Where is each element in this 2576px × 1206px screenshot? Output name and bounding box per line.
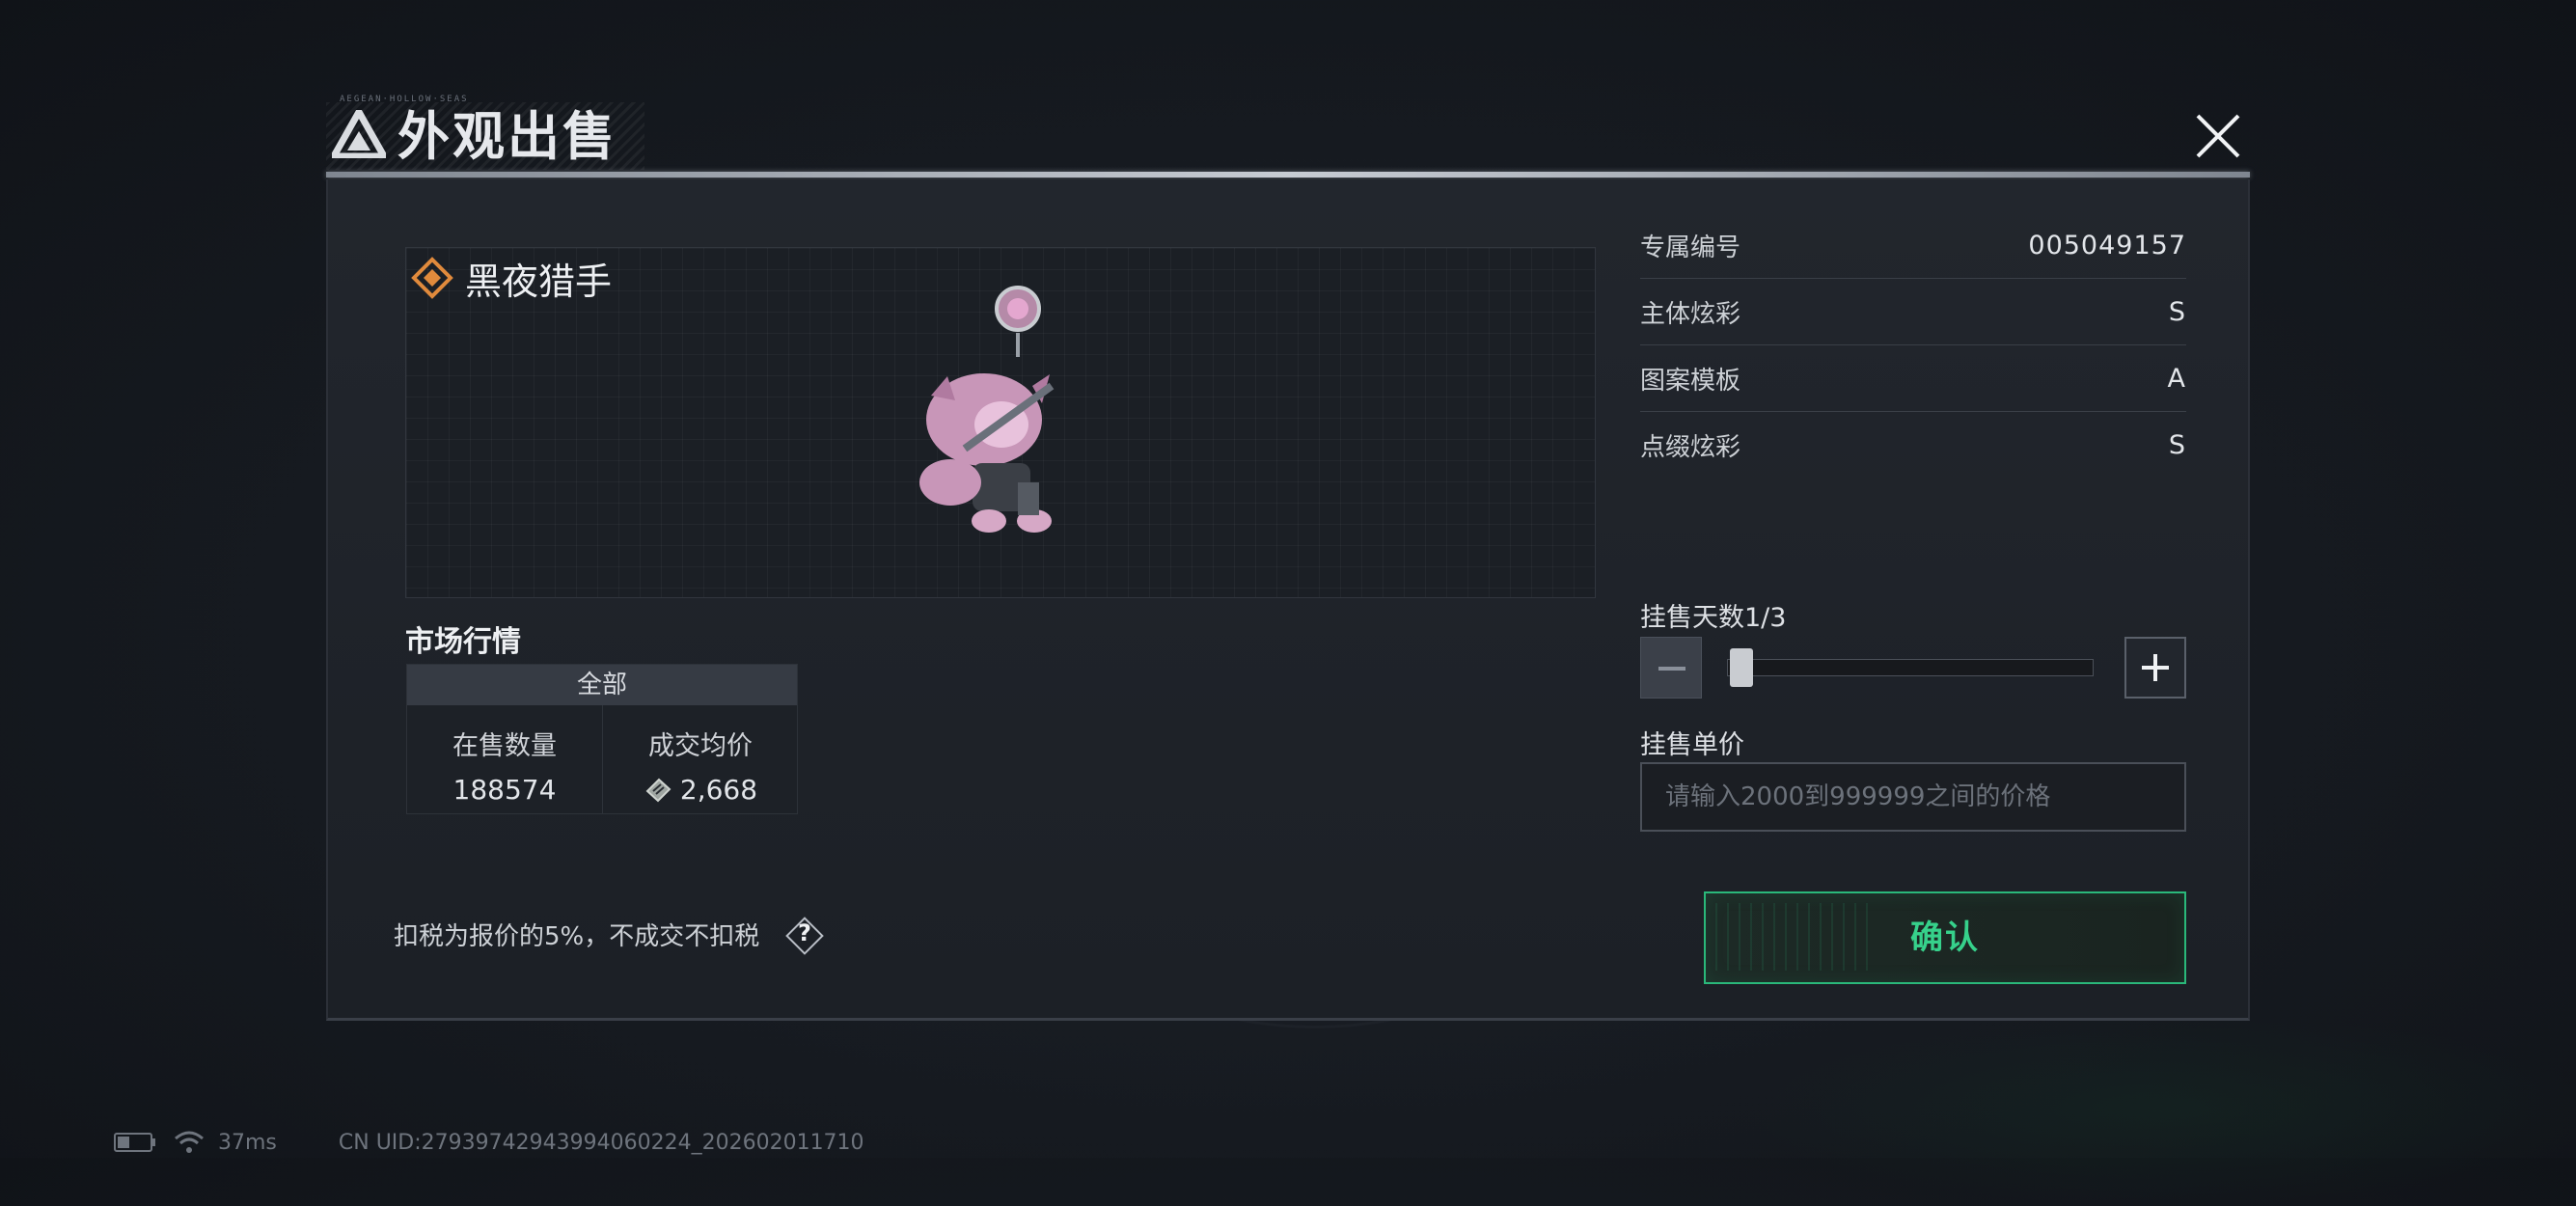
- status-bar: 37ms CN UID:27939742943994060224_2026020…: [114, 1129, 864, 1156]
- ticket-coin-icon: [645, 778, 671, 802]
- close-button[interactable]: [2188, 106, 2248, 166]
- help-label: ?: [798, 919, 811, 946]
- battery-icon: [114, 1133, 155, 1152]
- triangle-logo-icon: [332, 110, 386, 158]
- attribute-value: A: [2167, 363, 2186, 394]
- avg-price-value: 2,668: [679, 774, 758, 806]
- attribute-row-main-color: 主体炫彩 S: [1640, 279, 2186, 345]
- background-glow: [1737, 1013, 2576, 1206]
- uid-text: CN UID:27939742943994060224_202602011710: [338, 1130, 864, 1155]
- item-name: 黑夜猎手: [465, 260, 613, 303]
- dialog-title: 外观出售: [397, 106, 617, 167]
- dialog-title-bar: AEGEAN·HOLLOW·SEAS 外观出售: [326, 95, 2250, 179]
- attribute-key: 专属编号: [1640, 233, 1741, 262]
- on-sale-value: 188574: [452, 774, 557, 806]
- item-header: 黑夜猎手: [411, 253, 612, 303]
- attribute-row-pattern: 图案模板 A: [1640, 345, 2186, 412]
- on-sale-label: 在售数量: [452, 731, 557, 761]
- listing-days-slider[interactable]: [1727, 659, 2094, 676]
- listing-days-label: 挂售天数1/3: [1640, 603, 1787, 633]
- attribute-key: 主体炫彩: [1640, 299, 1741, 329]
- attribute-value: S: [2168, 296, 2186, 327]
- average-price: 成交均价 2,668: [602, 705, 798, 813]
- character-figure-image: [919, 286, 1055, 533]
- help-button[interactable]: ?: [785, 917, 824, 955]
- diamond-rarity-icon: [411, 257, 453, 299]
- tax-note: 扣税为报价的5%，不成交不扣税: [394, 922, 760, 951]
- decrease-days-button[interactable]: [1640, 637, 1702, 699]
- slider-thumb[interactable]: [1730, 648, 1753, 687]
- attribute-value: 005049157: [2028, 230, 2186, 260]
- wifi-icon: [175, 1131, 204, 1153]
- increase-days-button[interactable]: [2124, 637, 2186, 699]
- confirm-button[interactable]: 确认: [1704, 891, 2186, 984]
- market-title: 市场行情: [405, 625, 521, 659]
- market-info-box: 全部 在售数量 188574 成交均价 2,668: [406, 664, 798, 814]
- attribute-value: S: [2168, 430, 2186, 460]
- item-attributes: 专属编号 005049157 主体炫彩 S 图案模板 A 点缀炫彩 S: [1640, 212, 2186, 479]
- avg-price-label: 成交均价: [648, 731, 753, 761]
- ping-text: 37ms: [218, 1130, 277, 1155]
- attribute-key: 图案模板: [1640, 366, 1741, 396]
- attribute-row-serial: 专属编号 005049157: [1640, 212, 2186, 279]
- attribute-key: 点缀炫彩: [1640, 433, 1741, 462]
- on-sale-count: 在售数量 188574: [407, 705, 602, 813]
- price-input[interactable]: [1640, 762, 2186, 832]
- attribute-row-accent-color: 点缀炫彩 S: [1640, 412, 2186, 479]
- close-icon: [2196, 114, 2240, 158]
- tab-all[interactable]: 全部: [407, 665, 797, 705]
- listing-price-label: 挂售单价: [1640, 730, 1744, 760]
- confirm-label: 确认: [1910, 918, 1980, 957]
- title-underline: [326, 172, 2250, 178]
